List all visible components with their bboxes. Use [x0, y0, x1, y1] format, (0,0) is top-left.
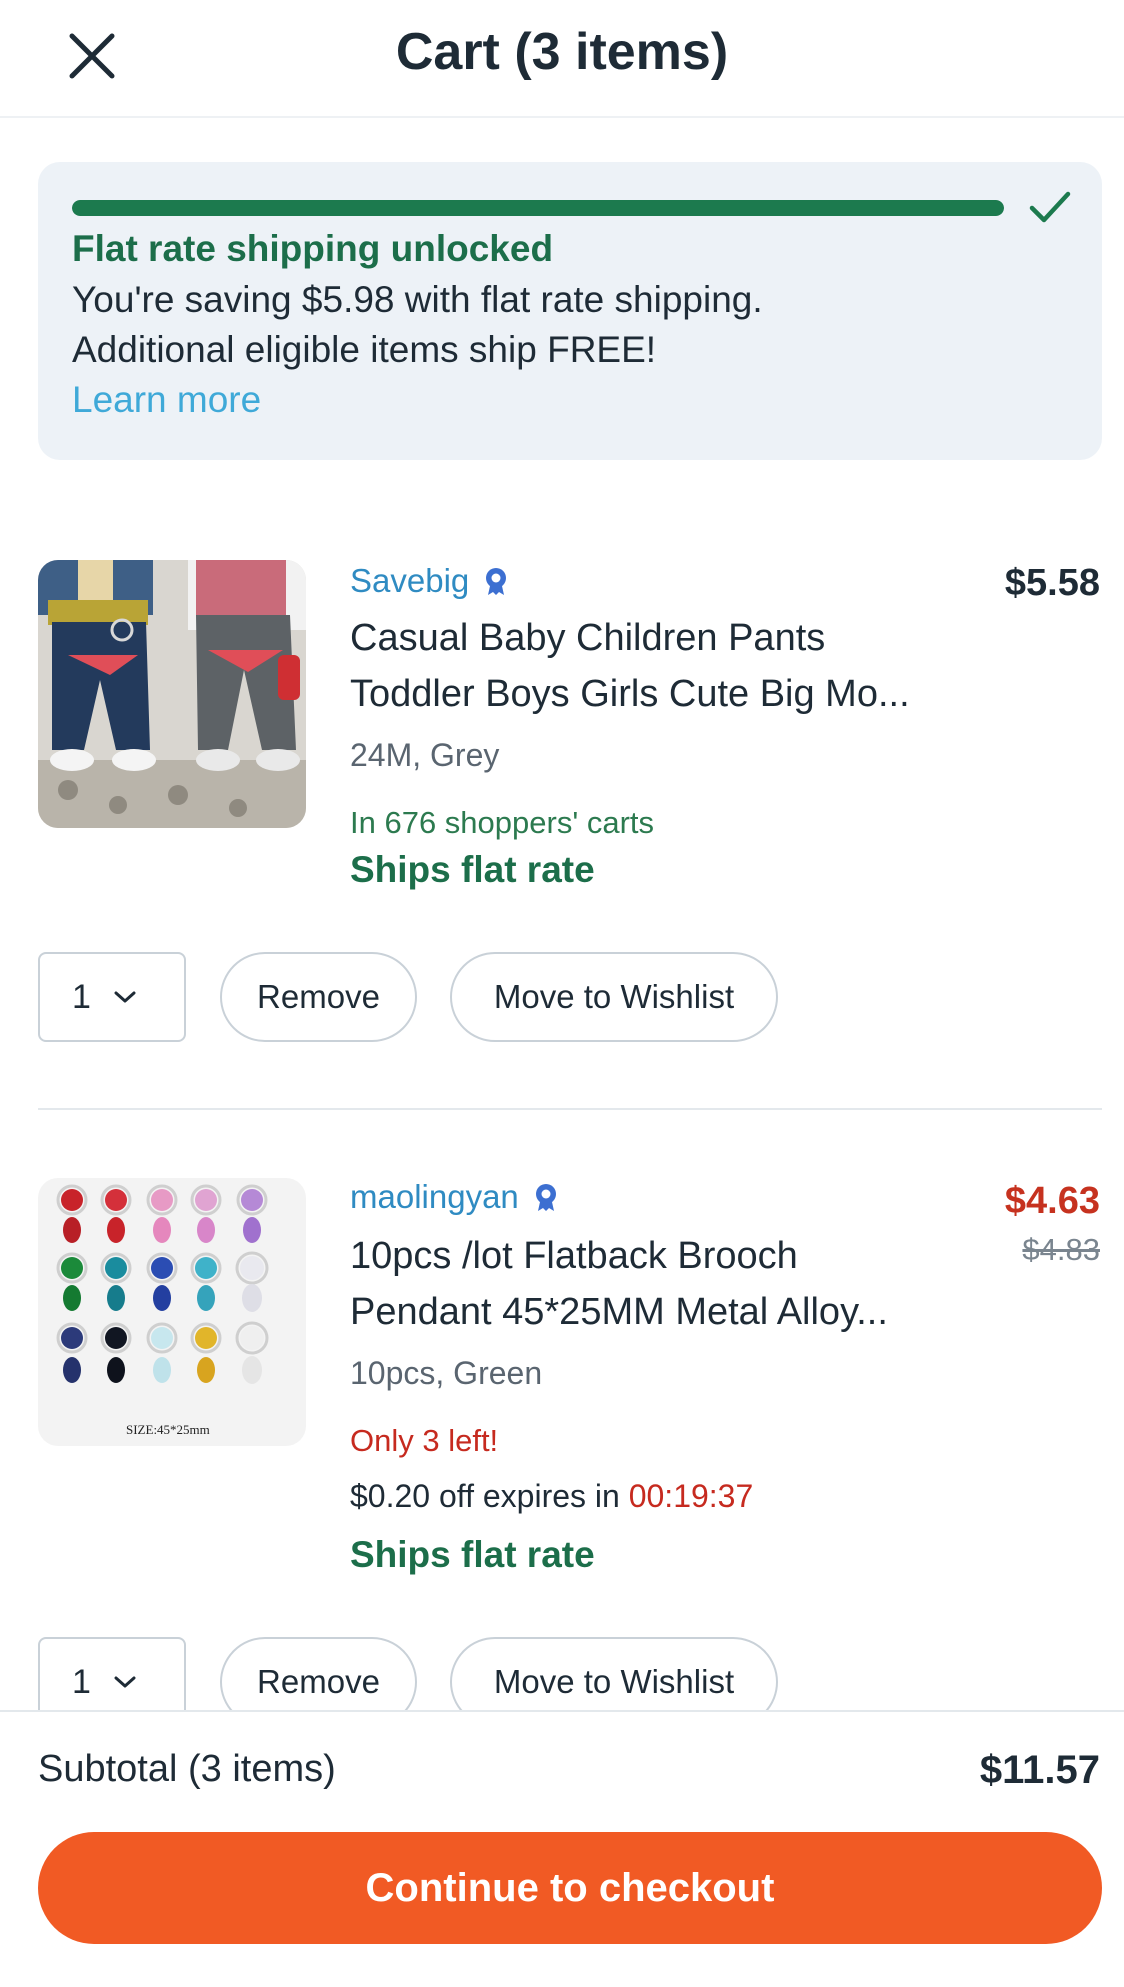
product-image[interactable]: SIZE:45*25mm [38, 1178, 306, 1446]
discount-timer: 00:19:37 [628, 1478, 754, 1514]
checkout-button[interactable]: Continue to checkout [38, 1832, 1102, 1944]
verified-badge-icon [535, 1184, 556, 1211]
cart-footer: Subtotal (3 items) $11.57 Continue to ch… [0, 1710, 1124, 1987]
product-name-line2[interactable]: Pendant 45*25MM Metal Alloy... [350, 1291, 888, 1334]
cart-page: Cart (3 items) Flat rate shipping unlock… [0, 0, 1124, 1987]
product-name-line2[interactable]: Toddler Boys Girls Cute Big Mo... [350, 673, 910, 716]
image-caption: SIZE:45*25mm [126, 1422, 210, 1437]
move-to-wishlist-button[interactable]: Move to Wishlist [450, 952, 778, 1042]
shoppers-carts-text: In 676 shoppers' carts [350, 805, 655, 840]
low-stock-text: Only 3 left! [350, 1423, 499, 1458]
shipping-free-text: Additional eligible items ship FREE! [72, 329, 657, 370]
subtotal-label: Subtotal (3 items) [38, 1748, 336, 1790]
quantity-value: 1 [72, 977, 91, 1016]
ships-flat-rate: Ships flat rate [350, 1534, 595, 1575]
product-variant: 10pcs, Green [350, 1355, 543, 1391]
check-icon [1029, 191, 1071, 223]
product-name-line1[interactable]: 10pcs /lot Flatback Brooch [350, 1235, 798, 1278]
shipping-savings-text: You're saving $5.98 with flat rate shipp… [72, 279, 763, 320]
shipping-progress-bar [72, 200, 1004, 216]
item-sale-price: $4.63 [1004, 1180, 1100, 1222]
product-image[interactable] [38, 560, 306, 828]
product-name-line1[interactable]: Casual Baby Children Pants [350, 617, 825, 660]
subtotal-value: $11.57 [979, 1748, 1100, 1792]
store-name: maolingyan [350, 1178, 519, 1215]
store-link[interactable]: maolingyan [350, 1178, 559, 1216]
item-price: $5.58 [1004, 562, 1100, 604]
page-title: Cart (3 items) [395, 23, 729, 81]
ships-flat-rate: Ships flat rate [350, 849, 595, 890]
cart-header: Cart (3 items) [0, 0, 1124, 118]
store-link[interactable]: Savebig [350, 562, 509, 600]
shipping-title: Flat rate shipping unlocked [72, 228, 554, 269]
quantity-value: 1 [72, 1662, 91, 1701]
store-name: Savebig [350, 562, 470, 599]
verified-badge-icon [486, 568, 507, 595]
shipping-banner: Flat rate shipping unlocked You're savin… [38, 162, 1102, 460]
chevron-down-icon [114, 1676, 136, 1688]
quantity-select[interactable]: 1 [38, 952, 186, 1042]
product-variant: 24M, Grey [350, 737, 500, 773]
item-original-price: $4.83 [1022, 1232, 1100, 1267]
discount-prefix: $0.20 off expires in [350, 1478, 620, 1514]
item-divider [38, 1108, 1102, 1110]
learn-more-link[interactable]: Learn more [72, 379, 261, 421]
discount-expiry-text: $0.20 off expires in 00:19:37 [350, 1478, 753, 1515]
remove-button[interactable]: Remove [220, 952, 417, 1042]
chevron-down-icon [114, 991, 136, 1003]
shipping-progress-fill [72, 200, 1004, 216]
